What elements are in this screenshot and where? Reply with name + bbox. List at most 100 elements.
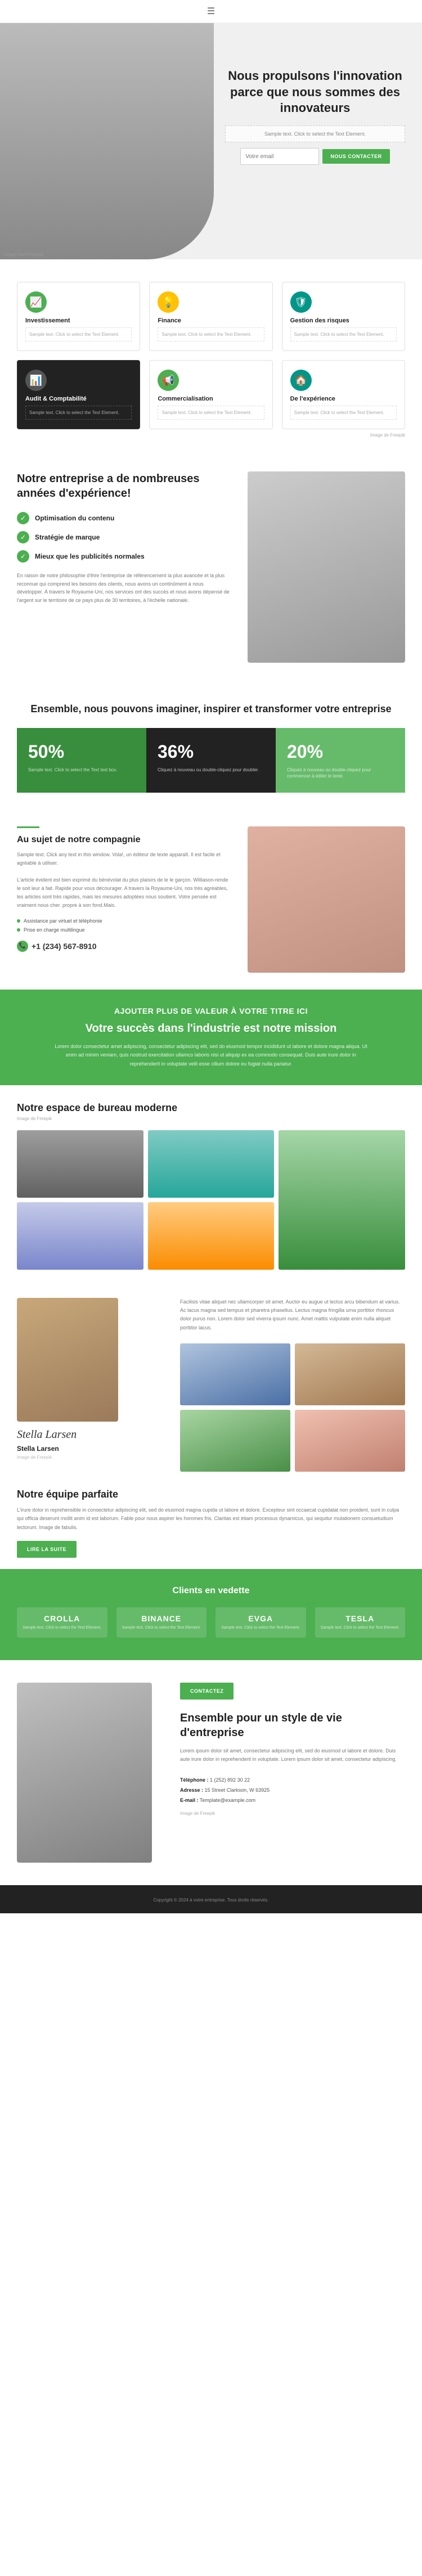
team-about-section: Notre équipe parfaite L'irure dolor in r… (0, 1489, 422, 1569)
stat-sample-3: Cliquez à nouveau ou double-cliquez pour… (287, 767, 394, 779)
services-section: 📈 Investissement Sample text. Click to s… (0, 259, 422, 449)
check-item-1: ✓ Optimisation du contenu (17, 512, 231, 524)
service-sample-audit: Sample text. Click to select the Text El… (25, 406, 132, 420)
company-info-image (248, 826, 405, 973)
team-img-3 (180, 1410, 290, 1472)
phone-icon: 📞 (17, 941, 28, 952)
cta-left (17, 1683, 163, 1863)
hero-section: Nous propulsons l'innovation parce que n… (0, 23, 422, 259)
office-img-1 (17, 1130, 143, 1198)
investment-icon: 📈 (25, 291, 47, 313)
office-img-4 (17, 1202, 143, 1270)
hero-person-image (0, 23, 214, 259)
stat-number-3: 20% (287, 741, 394, 762)
check-icon-2: ✓ (17, 531, 29, 543)
client-logo-crolla: CROLLA Sample text. Click to select the … (17, 1607, 107, 1638)
cta-section: CONTACTEZ Ensemble pour un style de vie … (0, 1660, 422, 1885)
finance-icon: 💡 (158, 291, 179, 313)
team-right: Facilisis vitae aliquet nec ullamcorper … (180, 1298, 405, 1472)
stat-card-3: 20% Cliquez à nouveau ou double-cliquez … (276, 728, 405, 793)
team-left: Stella Larsen Stella Larsen Image de Fre… (17, 1298, 163, 1460)
contact-button[interactable]: NOUS CONTACTER (322, 149, 389, 164)
mission-section: AJOUTER PLUS DE VALEUR À VOTRE TITRE ICI… (0, 990, 422, 1085)
footer-text: Copyright © 2024 à votre entreprise. Tou… (154, 1898, 269, 1903)
team-img-4 (295, 1410, 405, 1472)
bullet-1 (17, 919, 20, 923)
service-title-experience: De l'expérience (290, 395, 397, 402)
feature-1: Assistance par virtuel et téléphonie (17, 918, 231, 924)
marketing-icon: 📢 (158, 370, 179, 391)
service-card-investment[interactable]: 📈 Investissement Sample text. Click to s… (17, 282, 140, 351)
service-sample-risk: Sample text. Click to select the Text El… (290, 327, 397, 341)
check-icon-3: ✓ (17, 550, 29, 563)
feature-2: Prise en charge multilingue (17, 927, 231, 933)
team-image-credit: Image de Freepik (17, 1455, 163, 1460)
signature: Stella Larsen (17, 1428, 163, 1441)
team-testimonial-section: Stella Larsen Stella Larsen Image de Fre… (0, 1281, 422, 1489)
clients-section: Clients en vedette CROLLA Sample text. C… (0, 1569, 422, 1660)
menu-icon[interactable]: ☰ (207, 6, 215, 17)
crolla-name: CROLLA (21, 1614, 103, 1623)
team-img-2 (295, 1343, 405, 1405)
cta-person-image (17, 1683, 152, 1863)
stat-card-2: 36% Cliquez à nouveau ou double-cliquez … (146, 728, 276, 793)
company-body-1: Sample text. Click any text in this wind… (17, 851, 231, 868)
services-image-credit: Image de Freepik (17, 433, 405, 438)
check-item-2: ✓ Stratégie de marque (17, 531, 231, 543)
about-person-image (248, 471, 405, 663)
office-credit: Image de Freepik (17, 1116, 405, 1121)
company-features: Assistance par virtuel et téléphonie Pri… (17, 918, 231, 933)
stat-number-2: 36% (158, 741, 264, 762)
team-about-title: Notre équipe parfaite (17, 1489, 405, 1500)
stats-grid: 50% Sample text. Click to select the Tex… (17, 728, 405, 793)
company-heading: Au sujet de notre compagnie (17, 835, 231, 845)
check-label-1: Optimisation du contenu (35, 514, 114, 522)
person-name: Stella Larsen (17, 1445, 163, 1453)
phone-number[interactable]: 📞 +1 (234) 567-8910 (17, 941, 231, 952)
services-grid-bottom: 📊 Audit & Comptabilité Sample text. Clic… (17, 360, 405, 429)
hero-image-credit: Image from Freepik (5, 252, 43, 257)
evga-sample: Sample text. Click to select the Text El… (220, 1625, 302, 1631)
binance-name: BINANCE (121, 1614, 203, 1623)
check-item-3: ✓ Mieux que les publicités normales (17, 550, 231, 563)
hero-content: Nous propulsons l'innovation parce que n… (225, 68, 405, 165)
evga-name: EVGA (220, 1614, 302, 1623)
stat-sample-1: Sample text. Click to select the Text te… (28, 767, 135, 773)
service-title-marketing: Commercialisation (158, 395, 264, 402)
check-label-3: Mieux que les publicités normales (35, 552, 145, 560)
about-left: Notre entreprise a de nombreuses années … (17, 471, 231, 604)
cta-body: Lorem ipsum dolor sit amet, consectetur … (180, 1747, 405, 1764)
email-input[interactable] (240, 148, 319, 165)
tesla-name: TESLA (320, 1614, 401, 1623)
check-icon-1: ✓ (17, 512, 29, 524)
binance-sample: Sample text. Click to select the Text El… (121, 1625, 203, 1631)
mission-label: AJOUTER PLUS DE VALEUR À VOTRE TITRE ICI (17, 1006, 405, 1015)
divider-line (17, 826, 39, 828)
office-img-2 (148, 1130, 275, 1198)
service-title-risk: Gestion des risques (290, 317, 397, 324)
mission-body: Lorem dolor consectetur amet adipiscing,… (53, 1042, 369, 1068)
footer: Copyright © 2024 à votre entreprise. Tou… (0, 1885, 422, 1913)
stat-sample-2: Cliquez à nouveau ou double-cliquez pour… (158, 767, 264, 773)
address-row: Adresse : 15 Street Clarkson, W 63925 (180, 1785, 405, 1795)
client-logo-evga: EVGA Sample text. Click to select the Te… (216, 1607, 306, 1638)
crolla-sample: Sample text. Click to select the Text El… (21, 1625, 103, 1631)
about-body: En raison de notre philosophie d'être l'… (17, 572, 231, 604)
service-card-risk[interactable]: 🛡 Gestion des risques Sample text. Click… (282, 282, 405, 351)
hero-sample-text[interactable]: Sample text. Click to select the Text El… (225, 125, 405, 143)
service-sample-experience: Sample text. Click to select the Text El… (290, 406, 397, 420)
service-card-audit[interactable]: 📊 Audit & Comptabilité Sample text. Clic… (17, 360, 140, 429)
team-about-body: L'irure dolor in reprehensible in consec… (17, 1506, 405, 1532)
phone-row: Téléphone : 1 (252) 892 30 22 (180, 1775, 405, 1785)
team-img-1 (180, 1343, 290, 1405)
cta-title: Ensemble pour un style de vie d'entrepri… (180, 1711, 405, 1740)
read-more-button[interactable]: LIRE LA SUITE (17, 1541, 77, 1558)
service-card-experience[interactable]: 🏠 De l'expérience Sample text. Click to … (282, 360, 405, 429)
client-logo-tesla: TESLA Sample text. Click to select the T… (315, 1607, 406, 1638)
cta-credit: Image de Freepik (180, 1811, 405, 1816)
cta-button[interactable]: CONTACTEZ (180, 1683, 234, 1700)
service-card-marketing[interactable]: 📢 Commercialisation Sample text. Click t… (149, 360, 272, 429)
service-card-finance[interactable]: 💡 Finance Sample text. Click to select t… (149, 282, 272, 351)
services-grid-top: 📈 Investissement Sample text. Click to s… (17, 282, 405, 351)
risk-icon: 🛡 (290, 291, 312, 313)
